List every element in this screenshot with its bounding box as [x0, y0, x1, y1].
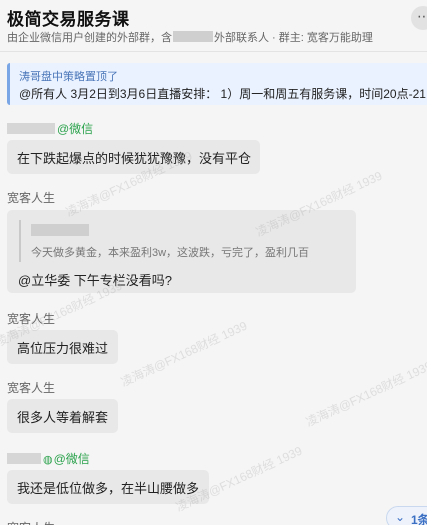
quoted-message[interactable]: 今天做多黄金，本来盈利3w，这波跌，亏完了，盈利几百 [19, 220, 347, 262]
new-messages-count: 1条 [411, 513, 427, 525]
new-messages-button[interactable]: ⌄ 1条 [386, 506, 427, 525]
more-icon: ⋯ [417, 8, 427, 24]
sender-name: 宽客人生 [7, 521, 55, 525]
chat-header: 极简交易服务课 由企业微信用户创建的外部群，含 外部联系人 · 群主: 宽客万能助… [0, 0, 427, 52]
sender-name: 宽客人生 [7, 191, 56, 205]
message-sender: 宽客人生 [7, 310, 55, 327]
group-title: 极简交易服务课 [7, 10, 130, 29]
redaction-mask [31, 224, 89, 236]
message-sender: ◍@微信 [7, 450, 90, 467]
message-text: 我还是低位做多，在半山腰做多 [17, 481, 200, 496]
more-button[interactable]: ⋯ [411, 6, 427, 30]
message-text: 在下跌起爆点的时候犹犹豫豫，没有平仓 [17, 151, 252, 166]
message-bubble[interactable]: 很多人等着解套 [7, 399, 118, 433]
pinned-title: 涛哥盘中策略置顶了 [19, 71, 118, 83]
watermark: 凌海涛@FX168财经 1939 [118, 318, 250, 390]
message-sender: @微信 [7, 120, 93, 137]
message-text: @立华委 下午专栏没看吗? [18, 273, 173, 288]
group-subtitle: 由企业微信用户创建的外部群，含 外部联系人 · 群主: 宽客万能助理 [7, 29, 373, 45]
message-sender: 宽客人生 [7, 379, 55, 396]
sender-name: 宽客人生 [7, 381, 56, 395]
sender-name: 宽客人生 [7, 312, 56, 326]
message-bubble[interactable]: 今天做多黄金，本来盈利3w，这波跌，亏完了，盈利几百 @立华委 下午专栏没看吗? [7, 210, 356, 293]
subtitle-part-2: 外部联系人 · 群主: 宽客万能助理 [214, 32, 373, 44]
message-sender-partial: 宽客人生 [7, 519, 67, 525]
message-bubble[interactable]: 在下跌起爆点的时候犹犹豫豫，没有平仓 [7, 140, 260, 174]
message-sender: 宽客人生 [7, 189, 55, 206]
message-text: 很多人等着解套 [17, 410, 109, 425]
watermark: 凌海涛@FX168财经 1939 [303, 358, 427, 430]
message-bubble[interactable]: 我还是低位做多，在半山腰做多 [7, 470, 209, 504]
redaction-mask [173, 31, 213, 42]
chevron-down-icon: ⌄ [395, 510, 406, 524]
message-text: 高位压力很难过 [17, 341, 109, 356]
wechat-icon: ◍ [43, 454, 53, 466]
subtitle-part-1: 由企业微信用户创建的外部群，含 [7, 32, 172, 44]
sender-name: @微信 [57, 122, 94, 136]
message-bubble[interactable]: 高位压力很难过 [7, 330, 118, 364]
quoted-text: 今天做多黄金，本来盈利3w，这波跌，亏完了，盈利几百 [31, 247, 310, 259]
redaction-mask [7, 123, 55, 134]
sender-name: @微信 [53, 452, 90, 466]
pinned-message[interactable]: 涛哥盘中策略置顶了 @所有人 3月2日到3月6日直播安排： 1）周一和周五有服务… [7, 63, 427, 105]
pinned-text: @所有人 3月2日到3月6日直播安排： 1）周一和周五有服务课，时间20点-21 [19, 87, 426, 101]
redaction-mask [7, 453, 41, 464]
